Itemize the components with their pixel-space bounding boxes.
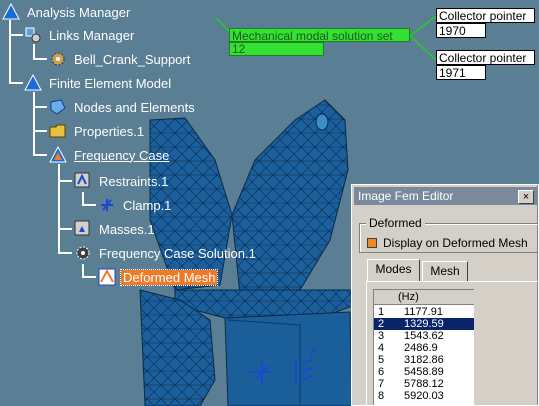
tree-item-restraints[interactable]: Restraints.1 xyxy=(74,171,170,191)
tree-label: Restraints.1 xyxy=(99,173,169,189)
mode-frequency: 1329.59 xyxy=(404,318,444,330)
mode-frequency: 5920.03 xyxy=(404,390,444,402)
tree-label: Masses.1 xyxy=(99,221,155,237)
tree-item-fem[interactable]: Finite Element Model xyxy=(24,73,173,93)
fem-icon xyxy=(24,74,42,91)
solution-gear-icon xyxy=(76,246,90,260)
mode-frequency: 2486.9 xyxy=(404,342,438,354)
tree-item-links-manager[interactable]: Links Manager xyxy=(24,25,136,45)
tree-item-masses[interactable]: Masses.1 xyxy=(74,219,157,239)
mode-frequency: 1177.91 xyxy=(404,306,443,318)
list-item[interactable]: 5 3182.86 xyxy=(374,354,474,366)
mode-frequency: 1543.62 xyxy=(404,330,444,342)
close-button[interactable]: × xyxy=(518,190,534,204)
frequency-list[interactable]: (Hz) 1 1177.91 2 1329.59 3 1543.62 4 2486.9 5 318… xyxy=(373,289,474,405)
gear-icon xyxy=(51,52,65,66)
tree-label: Properties.1 xyxy=(74,123,145,139)
tree-label: Frequency Case xyxy=(74,147,170,163)
collector-pointer-1-title: Collector pointer xyxy=(436,8,535,23)
mode-number: 4 xyxy=(378,342,385,354)
collector-pointer-1-value: 1970 xyxy=(436,23,486,38)
tab-mesh[interactable]: Mesh xyxy=(422,261,468,281)
display-on-deformed-mesh-label: Display on Deformed Mesh xyxy=(383,236,528,250)
tree-item-bell-crank[interactable]: Bell_Crank_Support xyxy=(49,49,192,69)
tree-label: Links Manager xyxy=(49,27,135,43)
collector-pointer-2-title: Collector pointer xyxy=(436,50,535,65)
tree-label: Nodes and Elements xyxy=(74,99,195,115)
tree-item-solution[interactable]: Frequency Case Solution.1 xyxy=(74,243,258,263)
frequency-column-header: (Hz) xyxy=(398,291,419,303)
mode-frequency: 3182.86 xyxy=(404,354,444,366)
tree-item-deformed-mesh[interactable]: Deformed Mesh xyxy=(98,267,219,287)
list-item[interactable]: 1 1177.91 xyxy=(374,306,474,318)
folder-icon xyxy=(49,124,66,138)
masses-icon xyxy=(74,220,90,236)
list-item[interactable]: 2 1329.59 xyxy=(374,317,474,331)
tree-label: Clamp.1 xyxy=(123,197,172,213)
list-item[interactable]: 4 2486.9 xyxy=(374,342,474,354)
tree-label: Frequency Case Solution.1 xyxy=(99,245,256,261)
list-item[interactable]: 7 5788.12 xyxy=(374,378,474,390)
tree-item-nodes-elements[interactable]: Nodes and Elements xyxy=(49,97,197,117)
mode-number: 2 xyxy=(378,318,385,330)
mode-number: 8 xyxy=(378,390,385,402)
list-item[interactable]: 6 5458.89 xyxy=(374,366,474,378)
mode-number: 1 xyxy=(378,306,385,318)
deformed-mesh-icon xyxy=(98,268,116,286)
restraints-icon xyxy=(74,172,90,188)
display-on-deformed-mesh-checkbox[interactable] xyxy=(367,238,377,248)
list-item[interactable]: 3 1543.62 xyxy=(374,330,474,342)
image-fem-editor-dialog: Image Fem Editor × Deformed Display on D… xyxy=(351,184,539,406)
mode-number: 7 xyxy=(378,378,385,390)
modal-solution-callout-title: Mechanical modal solution set xyxy=(229,28,410,42)
list-header: (Hz) xyxy=(374,290,474,305)
tree-label: Analysis Manager xyxy=(27,4,131,20)
tree-label: Finite Element Model xyxy=(49,75,172,91)
collector-pointer-2-value: 1971 xyxy=(436,65,486,80)
dialog-title: Image Fem Editor xyxy=(358,189,454,203)
mesh-icon xyxy=(50,99,66,115)
list-item[interactable]: 8 5920.03 xyxy=(374,390,474,402)
analysis-manager-icon xyxy=(2,3,20,20)
links-manager-icon xyxy=(25,27,41,43)
mode-number: 3 xyxy=(378,330,385,342)
tree-label: Deformed Mesh xyxy=(119,268,219,286)
tree-item-frequency-case[interactable]: Frequency Case xyxy=(49,145,171,165)
tab-modes[interactable]: Modes xyxy=(367,259,420,281)
frequency-case-icon xyxy=(49,146,67,163)
modal-solution-callout-value: 12 xyxy=(229,42,324,56)
mode-frequency: 5458.89 xyxy=(404,366,444,378)
tree-item-analysis-manager[interactable]: Analysis Manager xyxy=(2,2,132,22)
mode-number: 6 xyxy=(378,366,385,378)
mode-number: 5 xyxy=(378,354,385,366)
clamp-icon xyxy=(101,199,113,211)
tree-item-clamp[interactable]: Clamp.1 xyxy=(98,195,173,215)
deformed-group-label: Deformed xyxy=(366,216,425,230)
tree-label: Bell_Crank_Support xyxy=(74,51,191,67)
mode-frequency: 5788.12 xyxy=(404,378,444,390)
dialog-titlebar[interactable]: Image Fem Editor × xyxy=(354,187,538,205)
tree-item-properties[interactable]: Properties.1 xyxy=(49,121,146,141)
